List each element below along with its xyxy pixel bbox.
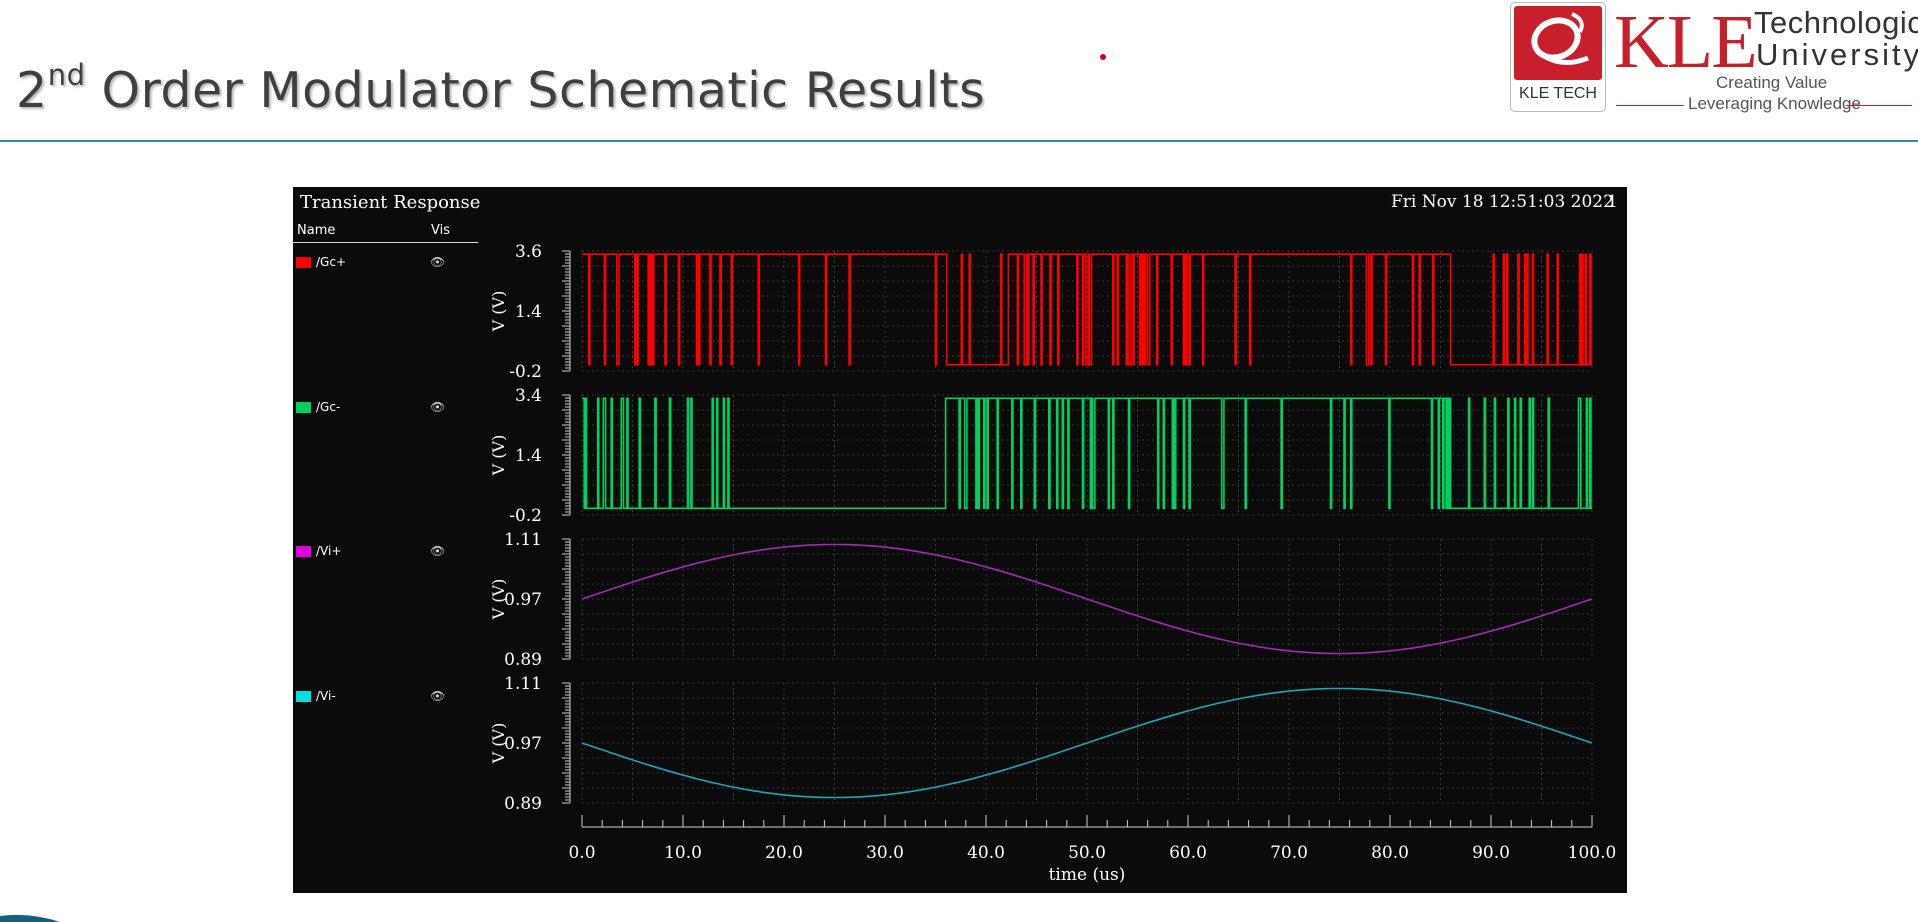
y-tick-label: 1.11 bbox=[504, 530, 542, 550]
x-tick-label: 80.0 bbox=[1371, 843, 1409, 863]
x-tick-label: 0.0 bbox=[568, 843, 595, 863]
y-tick-label: 0.97 bbox=[504, 734, 542, 754]
waveform-viewer: Transient Response Fri Nov 18 12:51:03 2… bbox=[293, 187, 1627, 893]
x-tick-label: 90.0 bbox=[1472, 843, 1510, 863]
y-axis-label: V (V) bbox=[489, 435, 508, 477]
y-tick-label: 0.97 bbox=[504, 590, 542, 610]
y-tick-label: 3.4 bbox=[515, 386, 542, 406]
logo-tagline-rule-left bbox=[1616, 105, 1684, 106]
y-tick-label: -0.2 bbox=[509, 362, 542, 382]
x-tick-label: 100.0 bbox=[1568, 843, 1617, 863]
x-tick-label: 60.0 bbox=[1169, 843, 1207, 863]
x-tick-label: 70.0 bbox=[1270, 843, 1308, 863]
logo-badge: KLE TECH bbox=[1510, 2, 1606, 112]
x-tick-label: 50.0 bbox=[1068, 843, 1106, 863]
slide-title: 2nd Order Modulator Schematic Results bbox=[16, 58, 986, 119]
waveform-plot-area: 3.6 1.4 -0.2 V (V) 3.4 1.4 -0.2 V (V) 1.11 0.97 0.… bbox=[489, 242, 1617, 885]
x-tick-label: 20.0 bbox=[765, 843, 803, 863]
y-tick-label: -0.2 bbox=[509, 506, 542, 526]
logo-emblem bbox=[1514, 6, 1602, 80]
x-tick-label: 10.0 bbox=[664, 843, 702, 863]
x-axis-label: time (us) bbox=[1049, 865, 1126, 885]
series-line-/Gc+ bbox=[582, 253, 1592, 366]
slide-title-superscript: nd bbox=[47, 58, 86, 92]
y-axis-label: V (V) bbox=[489, 291, 508, 333]
y-tick-label: 0.89 bbox=[504, 794, 542, 814]
slide-corner-decoration bbox=[0, 914, 60, 922]
y-axis-label: V (V) bbox=[489, 723, 508, 765]
logo-kle-wordmark: KLE bbox=[1614, 0, 1758, 84]
y-axis-label: V (V) bbox=[489, 579, 508, 621]
x-tick-label: 30.0 bbox=[866, 843, 904, 863]
y-tick-label: 0.89 bbox=[504, 650, 542, 670]
title-divider bbox=[0, 140, 1918, 142]
y-tick-label: 1.4 bbox=[515, 302, 542, 322]
red-dot-mark bbox=[1100, 54, 1106, 60]
logo-university: University bbox=[1756, 37, 1918, 72]
y-tick-label: 1.11 bbox=[504, 674, 542, 694]
logo-tagline-1: Creating Value bbox=[1716, 73, 1828, 92]
logo-tagline-rule-right bbox=[1846, 105, 1912, 106]
slide-title-main: 2 bbox=[16, 62, 48, 119]
x-tick-label: 40.0 bbox=[967, 843, 1005, 863]
slide-title-rest: Order Modulator Schematic Results bbox=[85, 62, 986, 119]
y-tick-label: 3.6 bbox=[515, 242, 542, 262]
logo-tagline-2: Leveraging Knowledge bbox=[1688, 94, 1861, 113]
y-tick-label: 1.4 bbox=[515, 446, 542, 466]
logo-badge-text: KLE TECH bbox=[1519, 85, 1597, 102]
logo-emblem-icon bbox=[1531, 12, 1589, 65]
kle-tech-logo: KLE TECH KLE Technological University Cr… bbox=[1508, 0, 1918, 114]
logo-technological: Technological bbox=[1754, 5, 1918, 40]
